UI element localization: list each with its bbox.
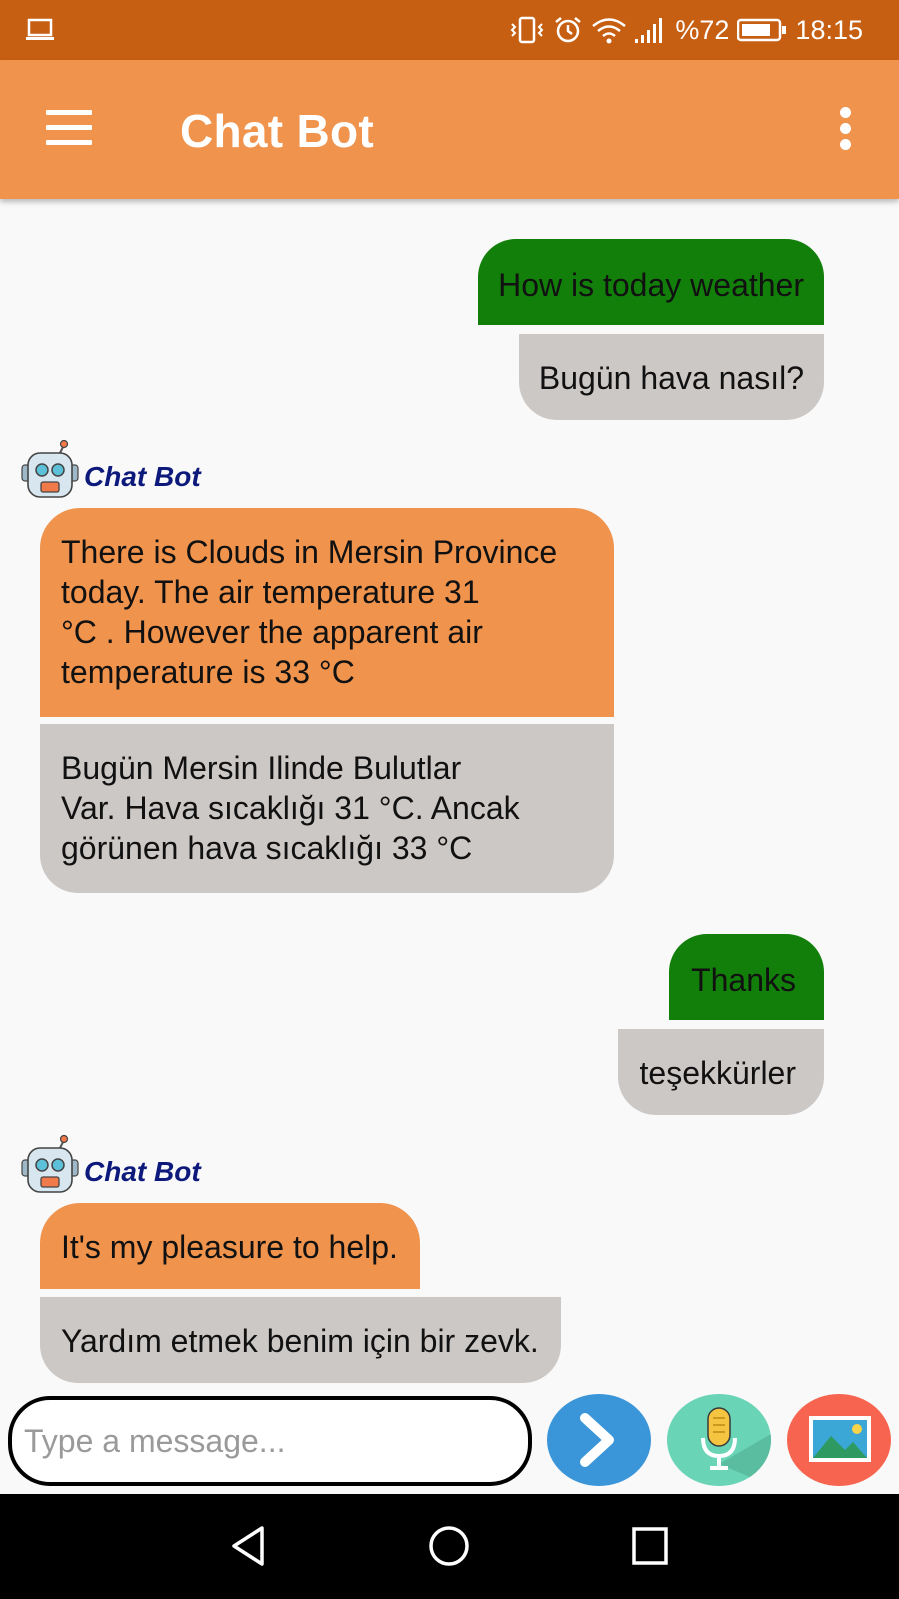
message-input[interactable] — [8, 1396, 532, 1486]
microphone-button[interactable] — [667, 1394, 771, 1486]
chat-message-list: How is today weather Bugün hava nasıl? C… — [0, 199, 899, 1394]
battery-icon — [737, 18, 787, 42]
app-bar: Chat Bot — [0, 60, 899, 199]
translation-text: Yardım etmek benim için bir zevk. — [61, 1323, 539, 1359]
send-arrow-icon — [580, 1413, 614, 1467]
translation-bubble: Yardım etmek benim için bir zevk. — [40, 1297, 561, 1383]
back-icon[interactable] — [226, 1524, 270, 1568]
recent-apps-icon[interactable] — [628, 1524, 672, 1568]
laptop-icon — [26, 18, 54, 40]
send-button[interactable] — [547, 1394, 651, 1486]
wifi-icon — [592, 18, 627, 44]
user-message-bubble: Thanks — [669, 934, 824, 1020]
translation-text: Bugün hava nasıl? — [538, 360, 804, 396]
home-icon[interactable] — [427, 1524, 471, 1568]
status-icons: %72 18:15 — [509, 0, 863, 60]
translation-line: görünen hava sıcaklığı 33 °C — [61, 830, 473, 866]
bot-message-line: temperature is 33 °C — [61, 654, 355, 690]
battery-percent: %72 — [675, 14, 730, 45]
bot-header: Chat Bot — [20, 439, 201, 501]
robot-avatar-icon — [21, 439, 79, 498]
alarm-icon — [555, 17, 582, 43]
translation-text: teşekkürler — [639, 1055, 797, 1091]
bot-message-line: today. The air temperature 31 — [61, 574, 480, 610]
status-time: 18:15 — [795, 14, 863, 45]
translation-bubble: teşekkürler — [617, 1029, 824, 1115]
bot-message-bubble: It's my pleasure to help. — [40, 1203, 420, 1289]
user-message-text: Thanks — [691, 962, 796, 998]
app-title: Chat Bot — [180, 105, 375, 157]
user-message-bubble: How is today weather — [478, 239, 824, 325]
status-bar: %72 18:15 — [0, 0, 899, 60]
image-button[interactable] — [787, 1394, 891, 1486]
translation-line: Var. Hava sıcaklığı 31 °C. Ancak — [61, 790, 520, 826]
bot-message-bubble: There is Clouds in Mersin Province today… — [40, 508, 614, 717]
bot-header: Chat Bot — [20, 1134, 201, 1196]
translation-bubble: Bugün Mersin Ilinde Bulutlar Var. Hava s… — [40, 724, 614, 893]
more-vert-icon[interactable] — [835, 105, 855, 153]
bot-message-line: There is Clouds in Mersin Province — [61, 534, 558, 570]
hamburger-menu-icon[interactable] — [44, 108, 96, 148]
user-message-text: How is today weather — [498, 267, 804, 303]
signal-icon — [635, 18, 663, 43]
robot-avatar-icon — [21, 1134, 79, 1193]
bot-message-line: °C . However the apparent air — [61, 614, 483, 650]
translation-bubble: Bugün hava nasıl? — [518, 334, 824, 420]
image-gallery-icon — [809, 1416, 871, 1462]
microphone-icon — [701, 1407, 771, 1486]
bot-name: Chat Bot — [84, 461, 201, 492]
vibrate-icon — [510, 16, 544, 44]
translation-line: Bugün Mersin Ilinde Bulutlar — [61, 750, 462, 786]
bot-name: Chat Bot — [84, 1156, 201, 1187]
message-composer — [0, 1392, 899, 1494]
system-navigation-bar — [0, 1494, 899, 1599]
bot-message-text: It's my pleasure to help. — [61, 1229, 398, 1265]
